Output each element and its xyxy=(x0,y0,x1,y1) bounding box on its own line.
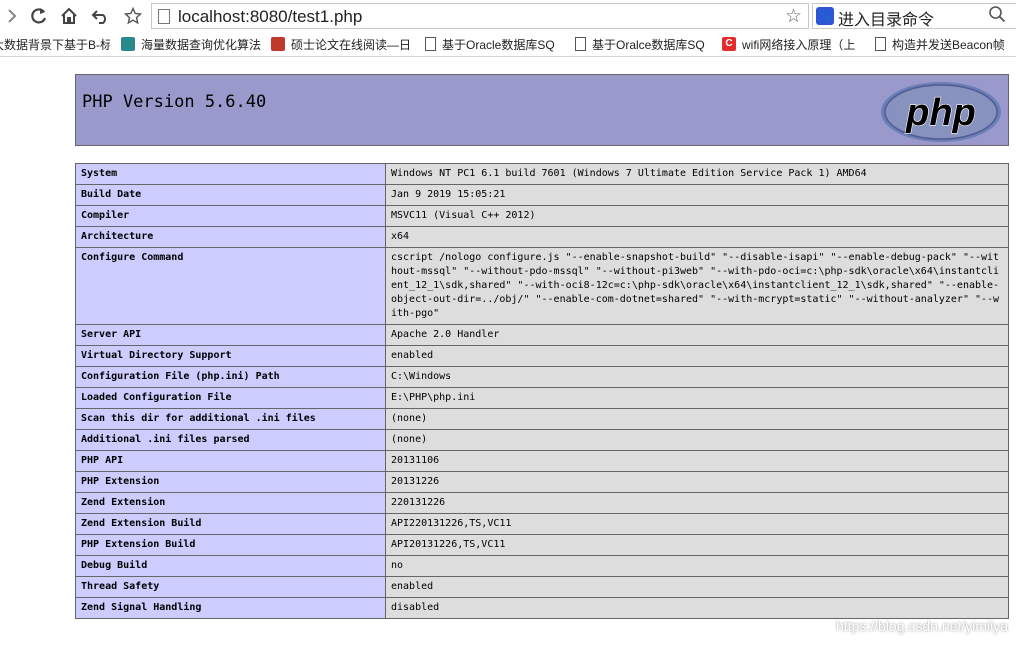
page-icon xyxy=(158,9,170,24)
phpinfo-value: (none) xyxy=(385,429,1009,451)
php-version-title: PHP Version 5.6.40 xyxy=(82,92,267,112)
phpinfo-key: Zend Extension xyxy=(75,492,386,514)
phpinfo-key: Compiler xyxy=(75,205,386,227)
address-bar[interactable]: localhost:8080/test1.php ☆ xyxy=(151,3,809,29)
phpinfo-row: Server API Apache 2.0 Handler xyxy=(75,324,1009,346)
php-logo-text: php xyxy=(905,92,976,134)
bookmark-label: 基于Oralce数据库SQ xyxy=(592,37,705,52)
phpinfo-row: Loaded Configuration File E:\PHP\php.ini xyxy=(75,387,1009,409)
phpinfo-value: Windows NT PC1 6.1 build 7601 (Windows 7… xyxy=(385,163,1009,185)
phpinfo-value: C:\Windows xyxy=(385,366,1009,388)
phpinfo-value: x64 xyxy=(385,226,1009,248)
phpinfo-value: (none) xyxy=(385,408,1009,430)
phpinfo-key: Build Date xyxy=(75,184,386,206)
phpinfo-row: PHP Extension 20131226 xyxy=(75,471,1009,493)
phpinfo-key: Server API xyxy=(75,324,386,346)
phpinfo-key: Scan this dir for additional .ini files xyxy=(75,408,386,430)
reload-icon[interactable] xyxy=(27,4,51,28)
phpinfo-row: Virtual Directory Support enabled xyxy=(75,345,1009,367)
phpinfo-value: API220131226,TS,VC11 xyxy=(385,513,1009,535)
search-box[interactable]: 🐾 进入目录命令 xyxy=(812,3,1016,29)
csdn-icon: C xyxy=(722,37,736,51)
phpinfo-value: Apache 2.0 Handler xyxy=(385,324,1009,346)
phpinfo-key: Debug Build xyxy=(75,555,386,577)
bookmarks-bar: 大数据背景下基于B-标 海量数据查询优化算法 硕士论文在线阅读—日 基于Orac… xyxy=(0,32,1016,57)
favorite-star-icon[interactable]: ☆ xyxy=(785,5,802,27)
page-icon xyxy=(425,37,436,51)
php-version-header: PHP Version 5.6.40 php xyxy=(75,74,1009,146)
bookmark-item[interactable]: C wifi网络接入原理（上 xyxy=(722,35,862,53)
phpinfo-key: PHP Extension Build xyxy=(75,534,386,556)
bookmark-item[interactable]: 硕士论文在线阅读—日 xyxy=(271,35,413,53)
page-icon xyxy=(875,37,886,51)
bookmark-label: 海量数据查询优化算法 xyxy=(141,37,261,52)
phpinfo-row: Configure Command cscript /nologo configu… xyxy=(75,247,1009,325)
phpinfo-row: Thread Safety enabled xyxy=(75,576,1009,598)
phpinfo-row: Zend Extension 220131226 xyxy=(75,492,1009,514)
home-icon[interactable] xyxy=(57,4,81,28)
phpinfo-key: PHP Extension xyxy=(75,471,386,493)
bookmark-item[interactable]: 大数据背景下基于B-标 xyxy=(0,35,110,53)
phpinfo-key: Virtual Directory Support xyxy=(75,345,386,367)
phpinfo-value: enabled xyxy=(385,345,1009,367)
address-bar-url[interactable]: localhost:8080/test1.php xyxy=(178,7,362,27)
undo-icon[interactable] xyxy=(89,4,113,28)
phpinfo-key: PHP API xyxy=(75,450,386,472)
phpinfo-content: PHP Version 5.6.40 php System Windows NT … xyxy=(75,74,1009,619)
phpinfo-table: System Windows NT PC1 6.1 build 7601 (Win… xyxy=(75,163,1009,619)
phpinfo-key: Zend Extension Build xyxy=(75,513,386,535)
bookmark-label: 硕士论文在线阅读—日 xyxy=(291,37,412,52)
phpinfo-value: no xyxy=(385,555,1009,577)
bookmark-item[interactable]: 基于Oralce数据库SQ xyxy=(575,35,711,53)
phpinfo-value: enabled xyxy=(385,576,1009,598)
phpinfo-row: Scan this dir for additional .ini files(… xyxy=(75,408,1009,430)
forward-icon[interactable] xyxy=(0,4,24,28)
phpinfo-row: System Windows NT PC1 6.1 build 7601 (Win… xyxy=(75,163,1009,185)
phpinfo-key: Configure Command xyxy=(75,247,386,325)
bookmark-item[interactable]: 构造并发送Beacon帧 xyxy=(875,35,1016,53)
phpinfo-key: Additional .ini files parsed xyxy=(75,429,386,451)
phpinfo-key: Loaded Configuration File xyxy=(75,387,386,409)
phpinfo-key: Architecture xyxy=(75,226,386,248)
bookmark-label: wifi网络接入原理（上 xyxy=(742,37,856,52)
phpinfo-value: 20131226 xyxy=(385,471,1009,493)
phpinfo-row: Zend Signal Handling disabled xyxy=(75,597,1009,619)
bookmark-label: 基于Oracle数据库SQ xyxy=(442,37,555,52)
search-box-text[interactable]: 进入目录命令 xyxy=(838,6,934,30)
phpinfo-row: PHP API 20131106 xyxy=(75,450,1009,472)
phpinfo-row: Additional .ini files parsed (none) xyxy=(75,429,1009,451)
page-icon xyxy=(575,37,586,51)
phpinfo-value: cscript /nologo configure.js "--enable-s… xyxy=(385,247,1009,325)
phpinfo-key: Thread Safety xyxy=(75,576,386,598)
phpinfo-key: Configuration File (php.ini) Path xyxy=(75,366,386,388)
php-logo[interactable]: php xyxy=(880,81,1002,143)
phpinfo-row: Build Date Jan 9 2019 15:05:21 xyxy=(75,184,1009,206)
phpinfo-value: API20131226,TS,VC11 xyxy=(385,534,1009,556)
phpinfo-key: Zend Signal Handling xyxy=(75,597,386,619)
baidu-paw-icon: 🐾 xyxy=(816,7,834,25)
phpinfo-value: E:\PHP\php.ini xyxy=(385,387,1009,409)
phpinfo-row: Debug Build no xyxy=(75,555,1009,577)
search-icon[interactable] xyxy=(988,5,1006,28)
segmentfault-icon xyxy=(121,37,135,51)
phpinfo-value: 220131226 xyxy=(385,492,1009,514)
bookmark-item[interactable]: 基于Oracle数据库SQ xyxy=(425,35,561,53)
phpinfo-value: Jan 9 2019 15:05:21 xyxy=(385,184,1009,206)
cnki-icon xyxy=(271,37,285,51)
phpinfo-row: Architecture x64 xyxy=(75,226,1009,248)
browser-toolbar: localhost:8080/test1.php ☆ 🐾 进入目录命令 xyxy=(0,0,1016,32)
phpinfo-row: Zend Extension Build API220131226,TS,VC11 xyxy=(75,513,1009,535)
phpinfo-value: 20131106 xyxy=(385,450,1009,472)
phpinfo-value: MSVC11 (Visual C++ 2012) xyxy=(385,205,1009,227)
bookmark-label: 大数据背景下基于B-标 xyxy=(0,37,110,52)
phpinfo-key: System xyxy=(75,163,386,185)
phpinfo-row: Compiler MSVC11 (Visual C++ 2012) xyxy=(75,205,1009,227)
phpinfo-row: PHP Extension Build API20131226,TS,VC11 xyxy=(75,534,1009,556)
phpinfo-row: Configuration File (php.ini) Path C:\Wind… xyxy=(75,366,1009,388)
phpinfo-value: disabled xyxy=(385,597,1009,619)
bookmark-item[interactable]: 海量数据查询优化算法 xyxy=(121,35,261,53)
csdn-watermark: https://blog.csdn.net/yimiiya xyxy=(836,618,1008,634)
bookmark-label: 构造并发送Beacon帧 xyxy=(892,37,1005,52)
bookmark-star-icon[interactable] xyxy=(121,4,145,28)
